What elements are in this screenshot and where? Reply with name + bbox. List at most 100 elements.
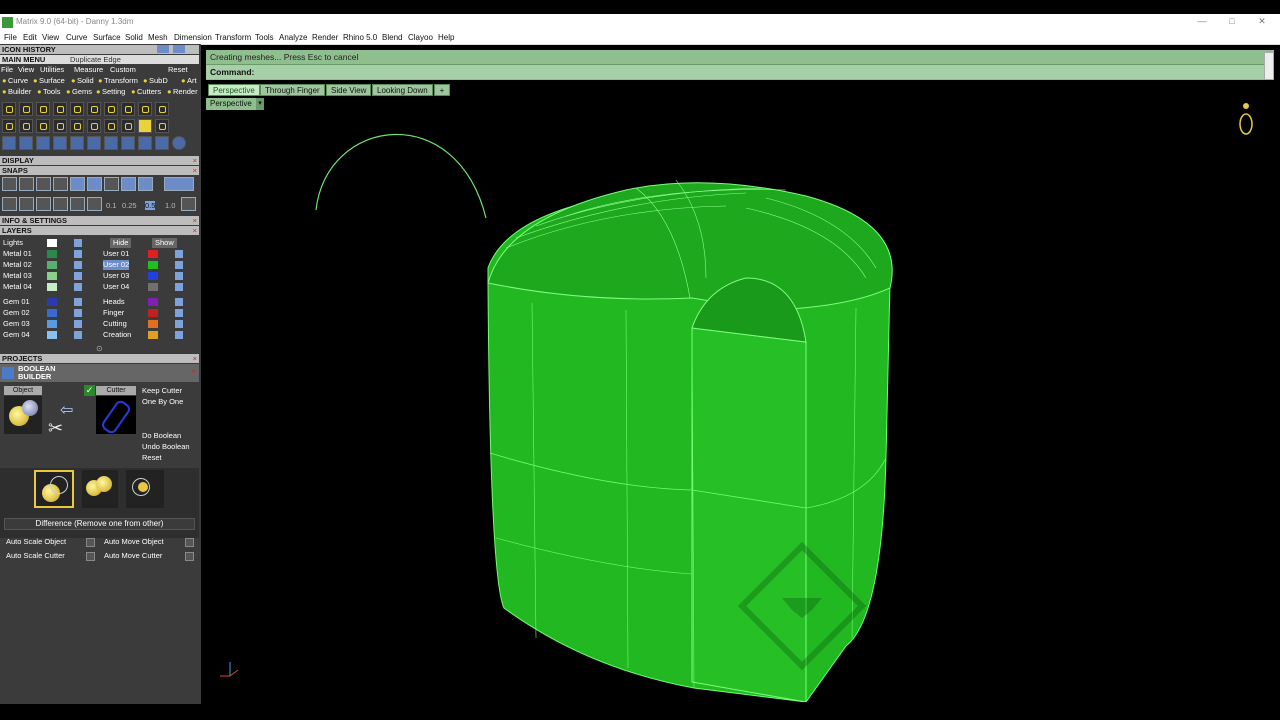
layer-gem-01[interactable]: Gem 01 bbox=[3, 297, 30, 307]
layer-creation[interactable]: Creation bbox=[103, 330, 131, 340]
cutting-lock-icon[interactable] bbox=[175, 320, 183, 328]
hook-tool-icon[interactable] bbox=[53, 119, 67, 133]
trim-tool-icon[interactable] bbox=[87, 119, 101, 133]
tab-perspective[interactable]: Perspective bbox=[208, 84, 260, 96]
mode-union-button[interactable] bbox=[82, 470, 118, 508]
orient-tool-icon[interactable] bbox=[138, 136, 152, 150]
array-tool-icon[interactable] bbox=[70, 136, 84, 150]
gem03-swatch[interactable] bbox=[47, 320, 57, 328]
auto-move-cutter-checkbox[interactable] bbox=[185, 552, 194, 561]
user01-swatch[interactable] bbox=[148, 250, 158, 258]
snap-end-icon[interactable] bbox=[2, 177, 17, 191]
layer-finger[interactable]: Finger bbox=[103, 308, 124, 318]
menu-clayoo[interactable]: Clayoo bbox=[408, 33, 433, 42]
finger-swatch[interactable] bbox=[148, 309, 158, 317]
finger-lock-icon[interactable] bbox=[175, 309, 183, 317]
auto-scale-cutter-checkbox[interactable] bbox=[86, 552, 95, 561]
metal02-lock-icon[interactable] bbox=[74, 261, 82, 269]
command-scrollbar[interactable] bbox=[1264, 52, 1274, 80]
snaps-header[interactable]: SNAPS × bbox=[0, 166, 199, 175]
metal03-lock-icon[interactable] bbox=[74, 272, 82, 280]
offset-tool-icon[interactable] bbox=[36, 119, 50, 133]
submenu-custom[interactable]: Custom bbox=[110, 65, 136, 75]
close-icon[interactable]: ✕ bbox=[1252, 16, 1272, 28]
submenu-view[interactable]: View bbox=[18, 65, 34, 75]
display-header[interactable]: DISPLAY × bbox=[0, 156, 199, 165]
arc-tool-icon[interactable] bbox=[70, 102, 84, 116]
metal04-lock-icon[interactable] bbox=[74, 283, 82, 291]
osnap-icon[interactable] bbox=[53, 197, 68, 211]
forward-arrow-icon[interactable] bbox=[173, 45, 185, 53]
submenu-transform[interactable]: Transform bbox=[104, 76, 138, 86]
submenu-render[interactable]: Render bbox=[173, 87, 198, 97]
scale-tool-icon[interactable] bbox=[36, 136, 50, 150]
submenu-file[interactable]: File bbox=[1, 65, 13, 75]
one-by-one-button[interactable]: One By One bbox=[142, 397, 183, 406]
rect-tool-icon[interactable] bbox=[53, 102, 67, 116]
cutting-swatch[interactable] bbox=[148, 320, 158, 328]
swap-arrow-icon[interactable]: ⇦ bbox=[60, 400, 73, 420]
menu-analyze[interactable]: Analyze bbox=[279, 33, 307, 42]
menu-mesh[interactable]: Mesh bbox=[148, 33, 168, 42]
viewport-label[interactable]: Perspective bbox=[206, 98, 262, 110]
submenu-surface[interactable]: Surface bbox=[39, 76, 65, 86]
user03-lock-icon[interactable] bbox=[175, 272, 183, 280]
submenu-solid[interactable]: Solid bbox=[77, 76, 94, 86]
grid-snap-icon[interactable] bbox=[2, 197, 17, 211]
submenu-curve[interactable]: Curve bbox=[8, 76, 28, 86]
twist-tool-icon[interactable] bbox=[155, 136, 169, 150]
polyline-tool-icon[interactable] bbox=[19, 102, 33, 116]
layer-metal-01[interactable]: Metal 01 bbox=[3, 249, 32, 259]
layer-user-04[interactable]: User 04 bbox=[103, 282, 129, 292]
circle-tool-icon[interactable] bbox=[138, 102, 152, 116]
info-settings-header[interactable]: INFO & SETTINGS × bbox=[0, 216, 199, 225]
layer-user-02[interactable]: User 02 bbox=[103, 260, 130, 270]
layer-user-03[interactable]: User 03 bbox=[103, 271, 129, 281]
menu-rhino[interactable]: Rhino 5.0 bbox=[343, 33, 377, 42]
fillet-tool-icon[interactable] bbox=[104, 119, 118, 133]
user03-swatch[interactable] bbox=[148, 272, 158, 280]
move-tool-icon[interactable] bbox=[2, 136, 16, 150]
submenu-art[interactable]: Art bbox=[187, 76, 197, 86]
snap-tan-icon[interactable] bbox=[121, 177, 136, 191]
gem04-swatch[interactable] bbox=[47, 331, 57, 339]
menu-dimension[interactable]: Dimension bbox=[174, 33, 212, 42]
layer-metal-04[interactable]: Metal 04 bbox=[3, 282, 32, 292]
ortho-icon[interactable] bbox=[19, 197, 34, 211]
layer-metal-02[interactable]: Metal 02 bbox=[3, 260, 32, 270]
ring-tool-icon[interactable] bbox=[172, 136, 186, 150]
tab-looking-down[interactable]: Looking Down bbox=[372, 84, 433, 96]
layer-gem-04[interactable]: Gem 04 bbox=[3, 330, 30, 340]
hide-button[interactable]: Hide bbox=[110, 238, 132, 248]
last-command[interactable]: Duplicate Edge bbox=[70, 55, 121, 64]
snap-perp-icon[interactable] bbox=[104, 177, 119, 191]
cage-tool-icon[interactable] bbox=[121, 136, 135, 150]
creation-lock-icon[interactable] bbox=[175, 331, 183, 339]
cutter-slot[interactable] bbox=[96, 396, 136, 436]
menu-render[interactable]: Render bbox=[312, 33, 338, 42]
metal02-swatch[interactable] bbox=[47, 261, 57, 269]
planar-icon[interactable] bbox=[36, 197, 51, 211]
metal01-swatch[interactable] bbox=[47, 250, 57, 258]
menu-help[interactable]: Help bbox=[438, 33, 454, 42]
boolean-builder-header[interactable]: BOOLEAN BUILDER × bbox=[0, 364, 199, 382]
heads-lock-icon[interactable] bbox=[175, 298, 183, 306]
menu-curve[interactable]: Curve bbox=[66, 33, 87, 42]
auto-scale-object-checkbox[interactable] bbox=[86, 538, 95, 547]
submenu-gems[interactable]: Gems bbox=[72, 87, 92, 97]
snap-cen-icon[interactable] bbox=[70, 177, 85, 191]
snap-value-3[interactable]: 1.0 bbox=[165, 201, 175, 210]
loft-tool-icon[interactable] bbox=[121, 119, 135, 133]
keep-cutter-button[interactable]: Keep Cutter bbox=[142, 386, 182, 395]
snap-point-icon[interactable] bbox=[36, 177, 51, 191]
snap-value-0[interactable]: 0.1 bbox=[106, 201, 116, 210]
dashline-tool-icon[interactable] bbox=[104, 102, 118, 116]
lights-lock-icon[interactable] bbox=[74, 239, 82, 247]
mirror-tool-icon[interactable] bbox=[53, 136, 67, 150]
back-arrow-icon[interactable] bbox=[157, 45, 169, 53]
gem02-swatch[interactable] bbox=[47, 309, 57, 317]
gem01-lock-icon[interactable] bbox=[74, 298, 82, 306]
menu-file[interactable]: File bbox=[4, 33, 17, 42]
dup-edge-tool-icon[interactable] bbox=[138, 119, 152, 133]
menu-edit[interactable]: Edit bbox=[23, 33, 37, 42]
